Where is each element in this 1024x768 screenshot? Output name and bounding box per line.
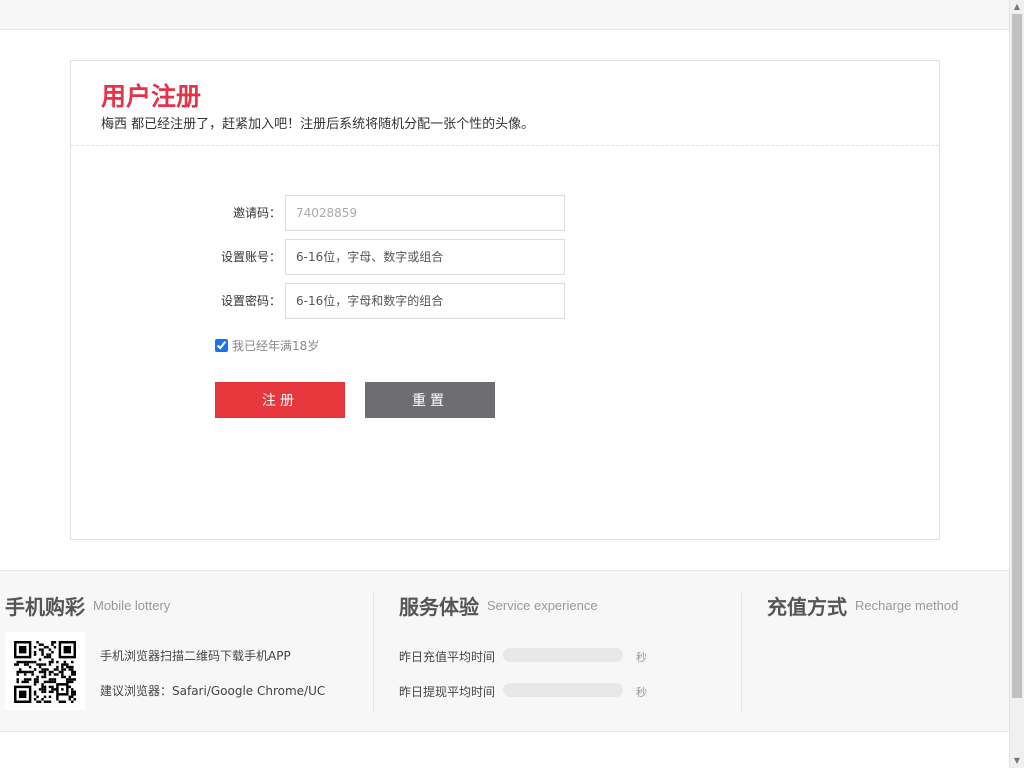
footer-divider <box>373 593 374 711</box>
qr-download-text: 手机浏览器扫描二维码下载手机APP <box>100 649 291 663</box>
register-header: 用户注册 梅西 都已经注册了，赶紧加入吧！注册后系统将随机分配一张个性的头像。 <box>71 61 939 146</box>
register-subtitle: 梅西 都已经注册了，赶紧加入吧！注册后系统将随机分配一张个性的头像。 <box>101 117 535 132</box>
account-row: 设置账号： <box>141 239 565 275</box>
account-label: 设置账号： <box>220 250 281 264</box>
recharge-title: 充值方式 <box>767 595 847 619</box>
qr-code-icon <box>14 641 76 703</box>
service-heading: 服务体验 Service experience <box>399 591 598 620</box>
service-title: 服务体验 <box>399 595 479 619</box>
qr-code <box>5 632 85 710</box>
top-bar <box>0 0 1009 30</box>
page-scrollbar[interactable]: ▲ ▼ <box>1009 0 1024 768</box>
register-panel: 用户注册 梅西 都已经注册了，赶紧加入吧！注册后系统将随机分配一张个性的头像。 … <box>70 60 940 540</box>
scrollbar-thumb[interactable] <box>1012 14 1022 698</box>
withdraw-time-unit: 秒 <box>636 686 647 699</box>
footer: 手机购彩 Mobile lottery 手机浏览器扫描二维码下载手机APP 建议浏… <box>0 570 1009 732</box>
scroll-down-arrow-icon[interactable]: ▼ <box>1010 754 1024 768</box>
deposit-time-bar <box>503 648 623 662</box>
deposit-time-unit: 秒 <box>636 651 647 664</box>
browser-suggestion-text: 建议浏览器：Safari/Google Chrome/UC <box>100 684 326 698</box>
mobile-lottery-heading: 手机购彩 Mobile lottery <box>5 591 170 620</box>
deposit-time-label: 昨日充值平均时间 <box>399 650 496 664</box>
mobile-lottery-title: 手机购彩 <box>5 595 85 619</box>
scroll-up-arrow-icon[interactable]: ▲ <box>1010 0 1024 14</box>
recharge-title-en: Recharge method <box>855 598 959 613</box>
password-label: 设置密码： <box>220 294 281 308</box>
age-confirm-checkbox[interactable] <box>215 339 228 352</box>
withdraw-time-label: 昨日提现平均时间 <box>399 685 496 699</box>
invite-code-input[interactable] <box>285 195 565 231</box>
account-input[interactable] <box>285 239 565 275</box>
page-title: 用户注册 <box>101 82 202 111</box>
footer-divider <box>741 593 742 711</box>
reset-button[interactable]: 重置 <box>365 382 495 418</box>
invite-code-label: 邀请码： <box>232 206 281 220</box>
recharge-heading: 充值方式 Recharge method <box>767 591 958 620</box>
password-input[interactable] <box>285 283 565 319</box>
withdraw-time-bar <box>503 683 623 697</box>
service-title-en: Service experience <box>487 598 598 613</box>
register-button[interactable]: 注册 <box>215 382 345 418</box>
age-confirm[interactable]: 我已经年满18岁 <box>215 337 319 355</box>
age-confirm-label: 我已经年满18岁 <box>232 339 320 353</box>
invite-code-row: 邀请码： <box>141 195 565 231</box>
password-row: 设置密码： <box>141 283 565 319</box>
mobile-lottery-title-en: Mobile lottery <box>93 598 171 613</box>
